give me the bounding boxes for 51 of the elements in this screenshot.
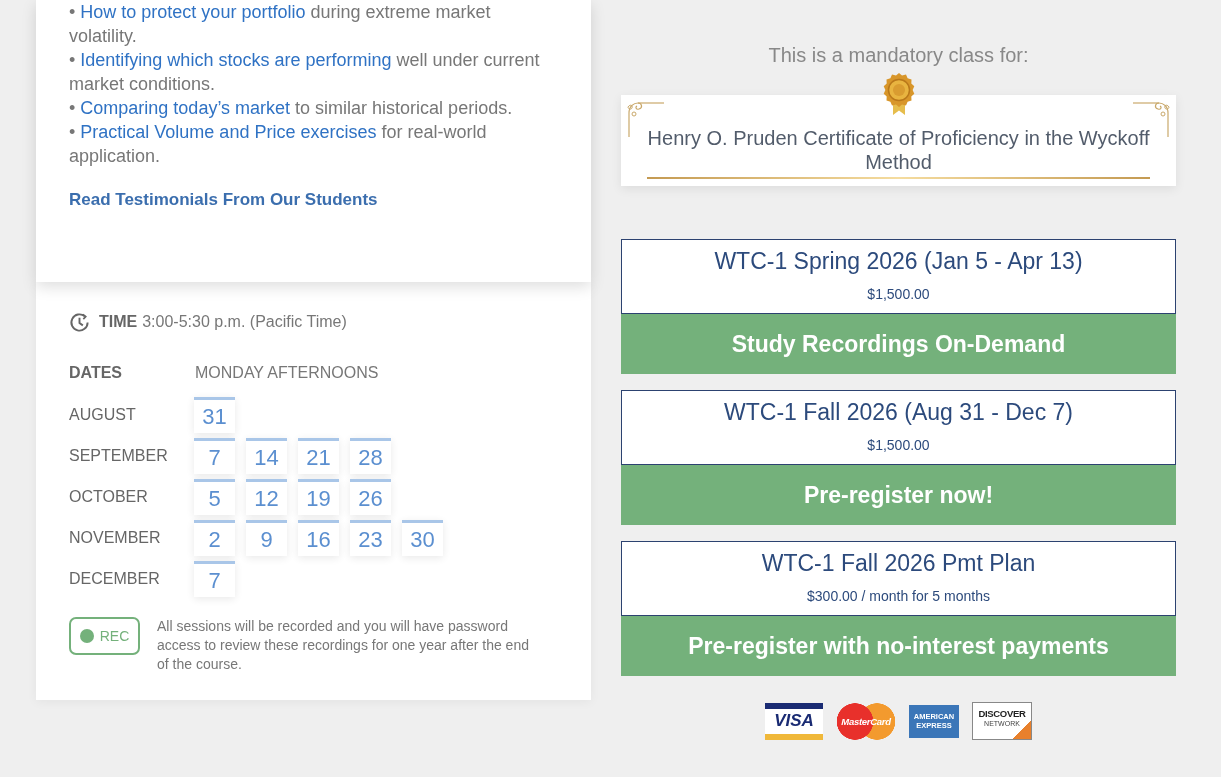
register-button[interactable]: Study Recordings On-Demand — [621, 314, 1176, 374]
date-cell: 14 — [246, 438, 287, 474]
time-label: TIME — [99, 313, 138, 331]
date-cell: 21 — [298, 438, 339, 474]
date-cell: 23 — [350, 520, 391, 556]
testimonials-link[interactable]: Read Testimonials From Our Students — [69, 190, 378, 209]
rec-label: REC — [99, 628, 130, 644]
course-price: $300.00 / month for 5 months — [806, 587, 991, 606]
days-label: MONDAY AFTERNOONS — [195, 364, 379, 382]
dates-label: DATES — [69, 364, 124, 382]
date-cell: 16 — [298, 520, 339, 556]
record-dot-icon — [79, 629, 94, 643]
date-cell: 9 — [246, 520, 287, 556]
logo-text: DISCOVER — [978, 708, 1026, 719]
logo-text: VISA — [774, 711, 814, 731]
date-cell: 19 — [298, 479, 339, 515]
month-label: OCTOBER — [69, 488, 149, 506]
date-cell: 26 — [350, 479, 391, 515]
month-label: NOVEMBER — [69, 529, 162, 547]
date-cell: 12 — [246, 479, 287, 515]
benefit-text: • Identifying which stocks are performing well under current market conditions. — [69, 49, 541, 96]
course-price: $1,500.00 — [866, 436, 931, 455]
date-cell: 5 — [194, 479, 235, 515]
month-label: SEPTEMBER — [69, 447, 169, 465]
benefit-text: • Practical Volume and Price exercises for real-world application. — [69, 121, 488, 168]
time-value: 3:00-5:30 p.m. (Pacific Time) — [142, 313, 347, 331]
logo-text: MasterCard — [841, 715, 891, 727]
course-price: $1,500.00 — [866, 285, 931, 304]
clock-icon — [69, 311, 90, 333]
benefit-link[interactable]: How to protect your portfolio — [80, 2, 306, 22]
date-cell: 7 — [194, 438, 235, 474]
course-title: WTC-1 Fall 2026 (Aug 31 - Dec 7) — [723, 398, 1074, 427]
course-title: WTC-1 Spring 2026 (Jan 5 - Apr 13) — [713, 247, 1084, 276]
benefit-link[interactable]: Practical Volume and Price exercises — [80, 122, 377, 142]
register-button[interactable]: Pre-register now! — [621, 465, 1176, 525]
certificate-title: Henry O. Pruden Certificate of Proficiency in the Wyckoff Method — [646, 126, 1151, 174]
benefit-link[interactable]: Comparing today’s market — [80, 98, 291, 118]
date-cell: 28 — [350, 438, 391, 474]
date-cell: 31 — [194, 397, 235, 433]
intro-text: This is a mandatory class for: — [767, 43, 1030, 67]
month-label: DECEMBER — [69, 570, 161, 588]
benefit-link[interactable]: Identifying which stocks are performing — [80, 50, 392, 70]
benefit-text: • How to protect your portfolio during extreme market volatility. — [69, 1, 492, 48]
date-cell: 7 — [194, 561, 235, 597]
benefit-text: • Comparing today’s market to similar historical periods. — [69, 97, 514, 120]
date-cell: 2 — [194, 520, 235, 556]
date-cell: 30 — [402, 520, 443, 556]
recording-note: All sessions will be recorded and you will have password access to review these recordings for one year after the end of the course. — [157, 617, 530, 674]
month-label: AUGUST — [69, 406, 137, 424]
course-title: WTC-1 Fall 2026 Pmt Plan — [760, 549, 1037, 578]
register-button[interactable]: Pre-register with no-interest payments — [621, 616, 1176, 676]
